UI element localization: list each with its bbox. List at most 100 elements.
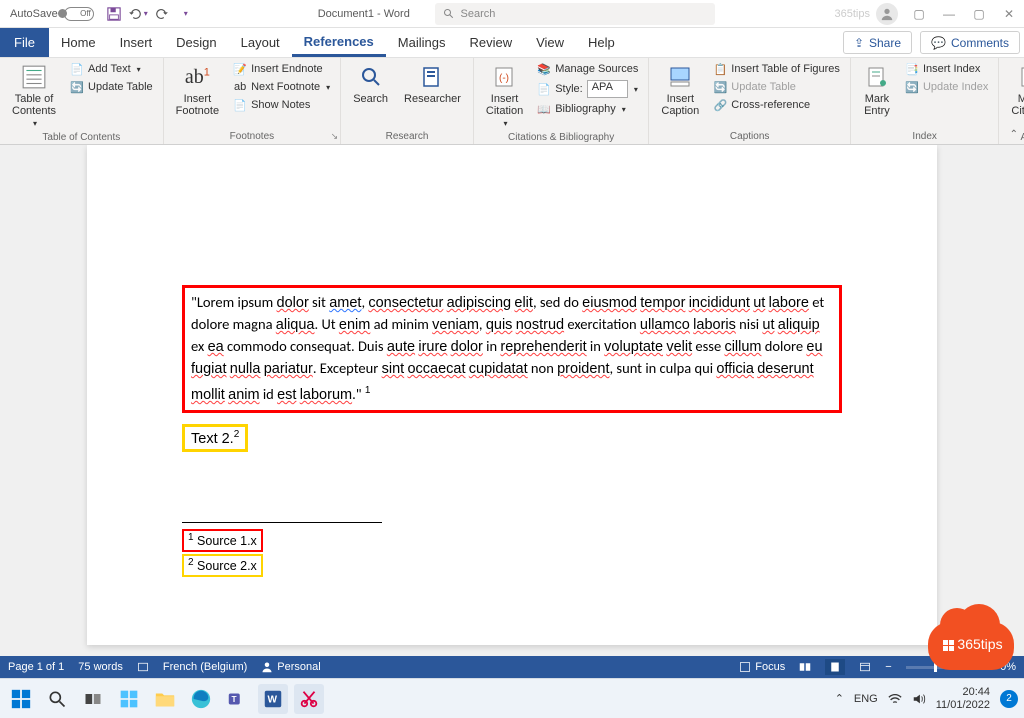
language-status[interactable]: French (Belgium)	[163, 661, 247, 673]
search-input[interactable]: Search	[435, 3, 715, 25]
group-footnotes-label: Footnotes	[170, 129, 335, 144]
save-icon[interactable]	[104, 4, 124, 24]
status-bar: Page 1 of 1 75 words French (Belgium) Pe…	[0, 656, 1024, 678]
autosave-toggle[interactable]: Off	[64, 7, 94, 21]
next-footnote-icon: ab	[233, 80, 247, 94]
highlighted-text2[interactable]: Text 2.2	[182, 424, 248, 452]
table-figures-button[interactable]: 📋Insert Table of Figures	[709, 61, 844, 77]
account-icon[interactable]	[876, 3, 898, 25]
sources-icon: 📚	[537, 62, 551, 76]
tab-mailings[interactable]: Mailings	[386, 28, 458, 57]
word-count[interactable]: 75 words	[78, 661, 123, 673]
manage-sources-button[interactable]: 📚Manage Sources	[533, 61, 642, 77]
footnote-1[interactable]: 1 Source 1.x	[182, 529, 263, 552]
tab-view[interactable]: View	[524, 28, 576, 57]
teams-icon[interactable]: T	[222, 684, 252, 714]
wifi-icon[interactable]	[888, 692, 902, 706]
explorer-icon[interactable]	[150, 684, 180, 714]
taskview-icon[interactable]	[78, 684, 108, 714]
researcher-button[interactable]: Researcher	[398, 61, 467, 107]
add-text-button[interactable]: 📄Add Text▾	[66, 61, 157, 77]
maximize-icon[interactable]: ▢	[964, 7, 994, 21]
focus-button[interactable]: Focus	[739, 661, 785, 673]
mark-entry-button[interactable]: Mark Entry	[857, 61, 897, 119]
tab-references[interactable]: References	[292, 28, 386, 57]
bibliography-button[interactable]: 📖Bibliography▾	[533, 101, 642, 117]
notification-badge[interactable]: 2	[1000, 690, 1018, 708]
word-taskbar-icon[interactable]: W	[258, 684, 288, 714]
show-notes-button[interactable]: 📄Show Notes	[229, 97, 334, 113]
comment-icon: 💬	[931, 36, 946, 50]
update-figures-button: 🔄Update Table	[709, 79, 844, 95]
search-button[interactable]: Search	[347, 61, 394, 107]
insert-endnote-button[interactable]: 📝Insert Endnote	[229, 61, 334, 77]
insert-index-button[interactable]: 📑Insert Index	[901, 61, 992, 77]
page-status[interactable]: Page 1 of 1	[8, 661, 64, 673]
footnotes-launcher[interactable]: ↘	[331, 131, 339, 142]
footnote-ref-1[interactable]: 1	[365, 385, 371, 396]
mark-entry-icon	[863, 63, 891, 91]
style-icon: 📄	[537, 82, 551, 96]
personal-status[interactable]: Personal	[261, 661, 320, 673]
crossref-icon: 🔗	[713, 98, 727, 112]
ribbon-display-icon[interactable]: ▢	[904, 7, 934, 21]
search-taskbar-icon[interactable]	[42, 684, 72, 714]
tab-home[interactable]: Home	[49, 28, 108, 57]
footnote-2[interactable]: 2 Source 2.x	[182, 554, 263, 577]
group-captions-label: Captions	[655, 129, 844, 144]
group-citations-label: Citations & Bibliography	[480, 130, 642, 145]
insert-caption-button[interactable]: Insert Caption	[655, 61, 705, 119]
autosave-label: AutoSave	[0, 8, 64, 20]
mark-citation-button[interactable]: Mark Citation	[1005, 61, 1024, 119]
footnote-ref-2[interactable]: 2	[234, 429, 240, 440]
svg-text:(-): (-)	[499, 73, 509, 84]
tab-strip: File Home Insert Design Layout Reference…	[0, 28, 1024, 58]
snip-icon[interactable]	[294, 684, 324, 714]
insert-citation-button[interactable]: (-) Insert Citation ▾	[480, 61, 529, 130]
tab-design[interactable]: Design	[164, 28, 228, 57]
tray-chevron-icon[interactable]: ⌃	[835, 692, 844, 705]
update-table-button[interactable]: 🔄Update Table	[66, 79, 157, 95]
citation-style[interactable]: 📄Style: APA▾	[533, 79, 642, 99]
bibliography-icon: 📖	[537, 102, 551, 116]
highlighted-paragraph[interactable]: "Lorem ipsum dolor sit amet, consectetur…	[182, 285, 842, 413]
page[interactable]: "Lorem ipsum dolor sit amet, consectetur…	[87, 145, 937, 645]
researcher-icon	[418, 63, 446, 91]
show-notes-icon: 📄	[233, 98, 247, 112]
update-icon: 🔄	[713, 80, 727, 94]
share-icon: ⇪	[854, 36, 864, 50]
clock[interactable]: 20:44 11/01/2022	[936, 686, 990, 712]
toc-icon	[20, 63, 48, 91]
comments-button[interactable]: 💬Comments	[920, 31, 1020, 54]
minimize-icon[interactable]: —	[934, 7, 964, 21]
zoom-out-icon[interactable]: −	[885, 661, 891, 673]
tab-file[interactable]: File	[0, 28, 49, 57]
print-layout-icon[interactable]	[825, 659, 845, 675]
collapse-ribbon-icon[interactable]: ⌃	[1010, 129, 1018, 140]
start-button[interactable]	[6, 684, 36, 714]
watermark: 365tips	[928, 622, 1018, 678]
next-footnote-button[interactable]: abNext Footnote▾	[229, 79, 334, 95]
close-icon[interactable]: ✕	[994, 7, 1024, 21]
tab-review[interactable]: Review	[457, 28, 524, 57]
web-layout-icon[interactable]	[859, 661, 871, 673]
toc-button[interactable]: Table of Contents ▾	[6, 61, 62, 130]
research-search-icon	[357, 63, 385, 91]
undo-icon[interactable]: ▾	[128, 4, 148, 24]
style-select[interactable]: APA	[587, 80, 628, 98]
insert-footnote-button[interactable]: ab1 Insert Footnote	[170, 61, 225, 119]
cross-reference-button[interactable]: 🔗Cross-reference	[709, 97, 844, 113]
share-button[interactable]: ⇪Share	[843, 31, 912, 54]
read-mode-icon[interactable]	[799, 661, 811, 673]
edge-icon[interactable]	[186, 684, 216, 714]
citation-icon: (-)	[491, 63, 519, 91]
spellcheck-icon[interactable]	[137, 661, 149, 673]
qat-more[interactable]: ▾	[176, 4, 196, 24]
tab-layout[interactable]: Layout	[229, 28, 292, 57]
sound-icon[interactable]	[912, 692, 926, 706]
tab-help[interactable]: Help	[576, 28, 627, 57]
tab-insert[interactable]: Insert	[108, 28, 165, 57]
widgets-icon[interactable]	[114, 684, 144, 714]
language-indicator[interactable]: ENG	[854, 693, 878, 705]
redo-icon[interactable]	[152, 4, 172, 24]
